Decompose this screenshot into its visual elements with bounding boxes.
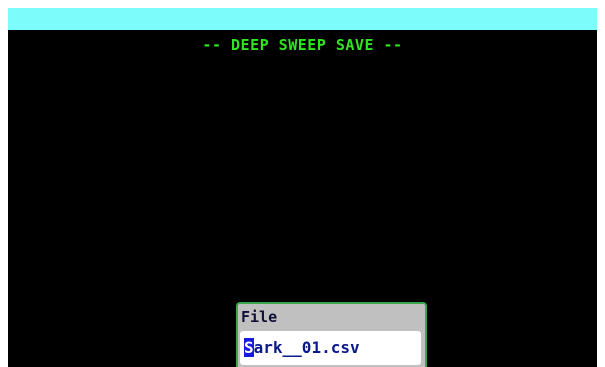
file-label: File xyxy=(241,308,278,326)
screen-title: -- DEEP SWEEP SAVE -- xyxy=(202,36,403,54)
filename-text: ark__01.csv xyxy=(253,338,360,357)
filename-input[interactable]: Sark__01.csv xyxy=(240,331,421,365)
file-save-dialog: File Sark__01.csv xyxy=(236,302,427,367)
text-cursor: S xyxy=(244,338,254,357)
top-status-bar xyxy=(8,8,597,30)
screen: -- DEEP SWEEP SAVE -- File Sark__01.csv xyxy=(8,8,597,367)
